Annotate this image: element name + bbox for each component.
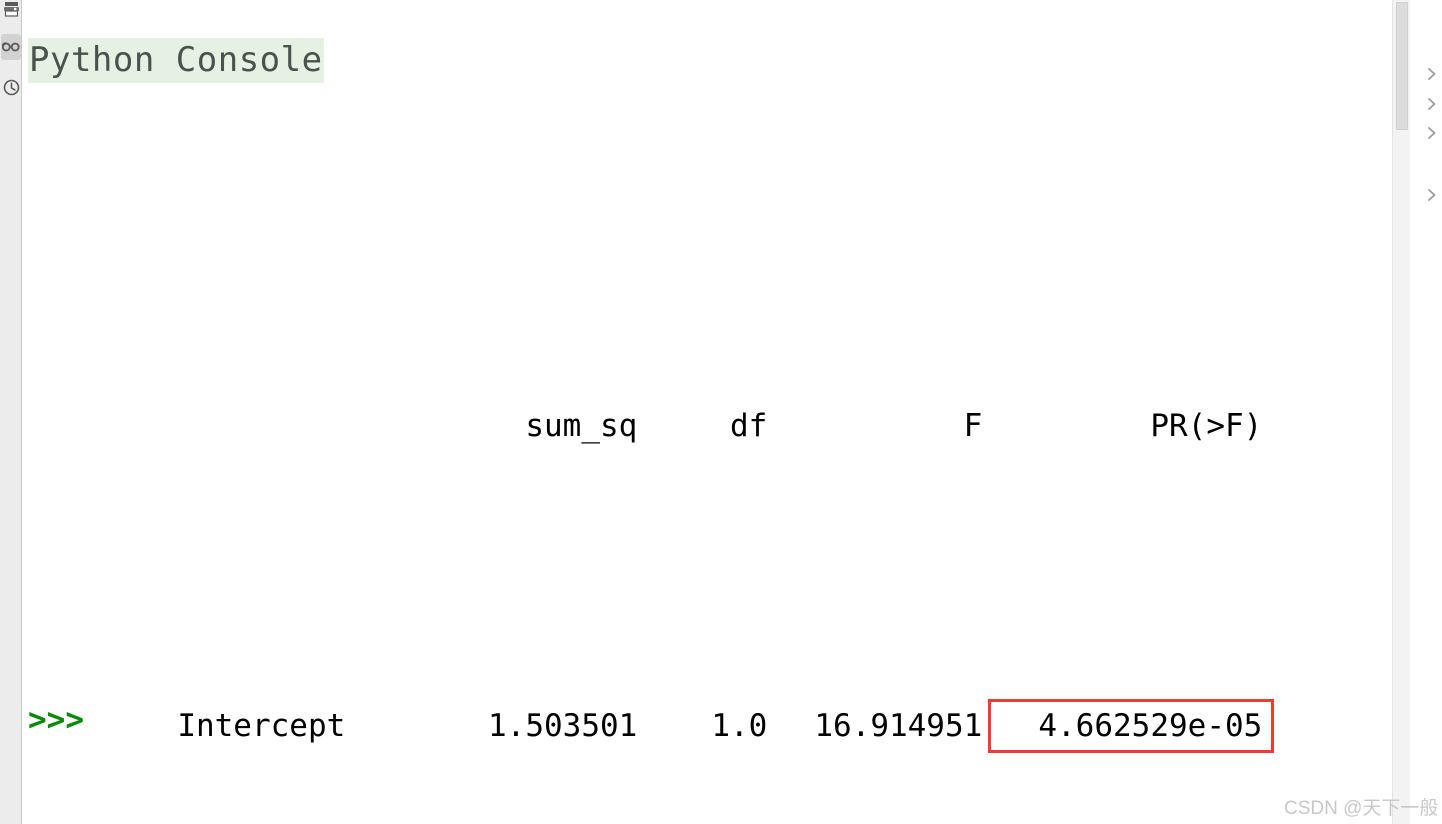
table-header-row: sum_sqdfFPR(>F) [28,336,1262,396]
history-clock-icon [3,79,20,96]
terminal-icon-button[interactable] [1,0,21,22]
cell-df: 1.0 [637,696,767,756]
cell-sum-sq: 1.503501 [437,696,637,756]
console-output-area[interactable]: Python Console sum_sqdfFPR(>F) Intercept… [23,0,1392,824]
csdn-watermark: CSDN @天下一般 [1284,793,1438,820]
chevron-right-marker[interactable] [1426,187,1440,201]
chevron-right-marker[interactable] [1426,125,1440,139]
terminal-icon [3,1,20,18]
cell-pr-highlighted: 4.662529e-05 [982,696,1262,756]
vertical-scrollbar-track[interactable] [1392,0,1410,824]
header-f: F [767,396,982,456]
right-gutter [1410,0,1442,824]
python-console-icon-button[interactable] [1,34,21,60]
table-row: Intercept1.5035011.016.9149514.662529e-0… [28,636,1262,696]
anova-output-table: sum_sqdfFPR(>F) Intercept1.5035011.016.9… [28,96,1262,824]
history-icon-button[interactable] [1,74,21,100]
chevron-right-marker[interactable] [1426,96,1440,110]
python-console-window: Python Console sum_sqdfFPR(>F) Intercept… [0,0,1442,824]
chevron-right-marker[interactable] [1426,66,1440,80]
cell-f: 16.914951 [767,696,982,756]
header-pr: PR(>F) [982,396,1262,456]
tool-window-strip [0,0,22,824]
row-label: Intercept [177,696,437,756]
console-title-banner: Python Console [28,38,324,83]
console-prompt[interactable]: >>> [28,696,84,744]
header-df: df [637,396,767,456]
vertical-scrollbar-thumb[interactable] [1396,2,1408,130]
header-sum-sq: sum_sq [437,396,637,456]
glasses-icon [2,40,20,54]
